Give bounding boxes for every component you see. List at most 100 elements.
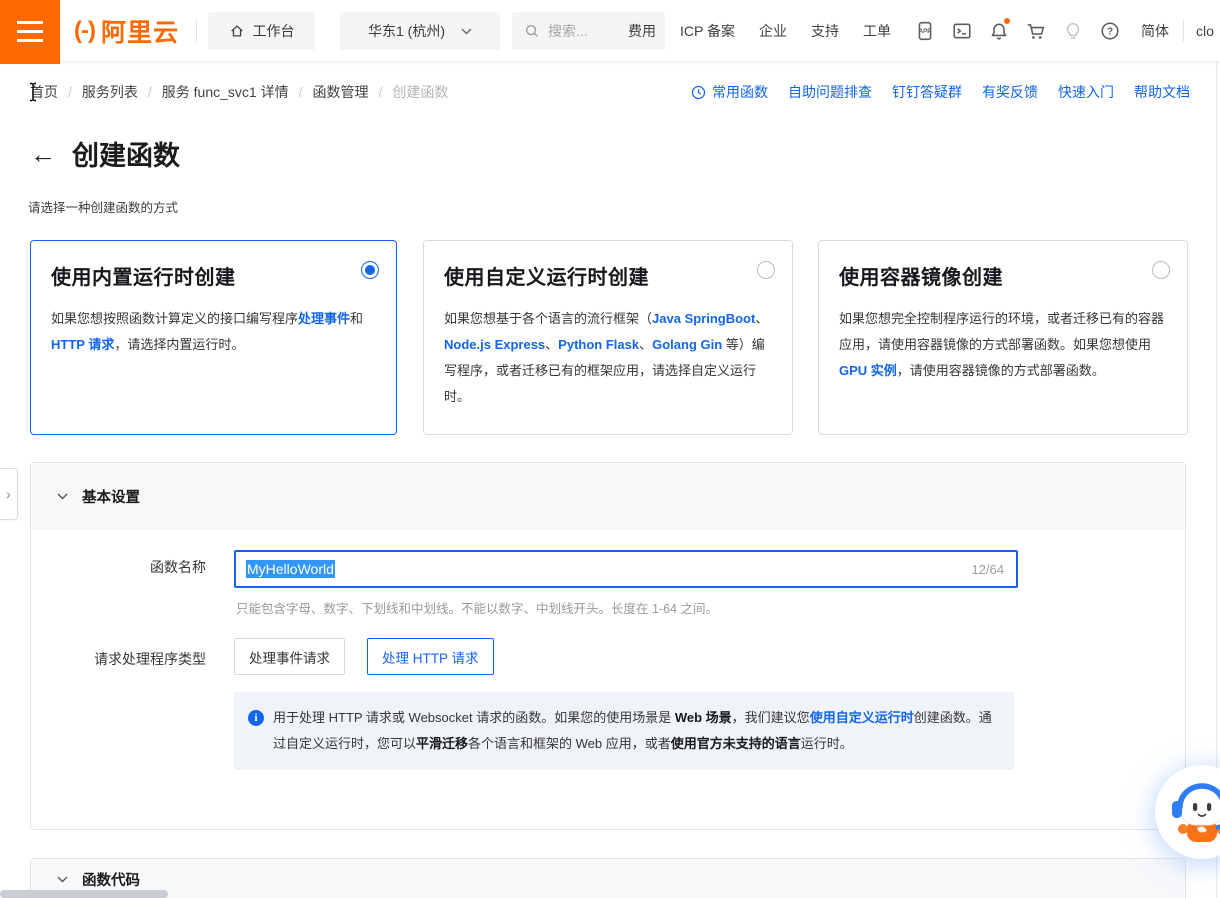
chevron-down-icon	[57, 493, 68, 500]
basic-settings-header[interactable]: 基本设置	[31, 463, 1185, 529]
hamburger-menu-button[interactable]	[0, 0, 60, 64]
chevron-down-icon	[461, 28, 472, 35]
link-handle-event[interactable]: 处理事件	[298, 311, 350, 326]
function-name-label: 函数名称	[31, 557, 206, 577]
breadcrumb-function-mgmt[interactable]: 函数管理	[313, 82, 369, 102]
breadcrumb-service-list[interactable]: 服务列表	[82, 82, 138, 102]
function-name-value: MyHelloWorld	[246, 560, 335, 578]
link-self-troubleshoot[interactable]: 自助问题排查	[788, 82, 872, 102]
link-common-functions[interactable]: 常用函数	[691, 82, 768, 102]
help-icon[interactable]: ?	[1100, 21, 1120, 41]
terminal-icon[interactable]	[952, 21, 972, 41]
alicloud-logo[interactable]: (-) 阿里云	[74, 0, 179, 62]
breadcrumb: 首页 / 服务列表 / 服务 func_svc1 详情 / 函数管理 / 创建函…	[30, 62, 448, 122]
link-java-springboot[interactable]: Java SpringBoot	[652, 311, 755, 326]
search-icon	[524, 23, 540, 39]
search-placeholder: 搜索...	[548, 21, 588, 41]
breadcrumb-separator: /	[299, 84, 303, 100]
card-custom-runtime[interactable]: 使用自定义运行时创建 如果您想基于各个语言的流行框架（Java SpringBo…	[423, 240, 793, 435]
nav-item-enterprise[interactable]: 企业	[759, 21, 787, 41]
card-container-image[interactable]: 使用容器镜像创建 如果您想完全控制程序运行的环境，或者迁移已有的容器应用，请使用…	[818, 240, 1188, 435]
page-title: 创建函数	[72, 134, 180, 173]
link-dingtalk-group[interactable]: 钉钉答疑群	[892, 82, 962, 102]
clock-icon	[691, 85, 706, 100]
divider	[196, 20, 197, 42]
info-text: 用于处理 HTTP 请求或 Websocket 请求的函数。如果您的使用场景是 …	[273, 705, 996, 757]
home-icon	[229, 23, 245, 39]
breadcrumb-separator: /	[379, 84, 383, 100]
hamburger-icon	[17, 30, 43, 33]
create-function-page: (-) 阿里云 工作台 华东1 (杭州) 搜索... 费用 ICP 备案	[0, 0, 1220, 898]
cart-icon[interactable]	[1026, 21, 1046, 41]
link-nodejs-express[interactable]: Node.js Express	[444, 337, 545, 352]
link-feedback[interactable]: 有奖反馈	[982, 82, 1038, 102]
top-navbar: (-) 阿里云 工作台 华东1 (杭州) 搜索... 费用 ICP 备案	[0, 0, 1220, 62]
back-button[interactable]: ←	[30, 138, 56, 170]
card-title: 使用内置运行时创建	[51, 261, 376, 290]
breadcrumb-separator: /	[148, 84, 152, 100]
nav-item-icp[interactable]: ICP 备案	[680, 21, 735, 41]
workbench-label: 工作台	[253, 21, 295, 41]
svg-text:?: ?	[1107, 27, 1113, 38]
function-name-input[interactable]: MyHelloWorld 12/64	[234, 550, 1018, 588]
language-selector[interactable]: 简体	[1141, 21, 1169, 41]
handler-event-button[interactable]: 处理事件请求	[234, 638, 345, 675]
nav-item-support[interactable]: 支持	[811, 21, 839, 41]
app-icon[interactable]: APP	[915, 21, 935, 41]
hamburger-icon	[17, 21, 43, 24]
breadcrumb-current: 创建函数	[392, 82, 448, 102]
card-title: 使用自定义运行时创建	[444, 261, 772, 290]
card-title: 使用容器镜像创建	[839, 261, 1167, 290]
radio-custom-runtime[interactable]	[757, 261, 775, 279]
link-golang-gin[interactable]: Golang Gin	[652, 337, 722, 352]
notification-bell-icon[interactable]	[989, 21, 1009, 41]
workbench-button[interactable]: 工作台	[208, 12, 315, 50]
account-name[interactable]: clo	[1196, 23, 1220, 39]
handler-type-label: 请求处理程序类型	[31, 649, 206, 669]
card-description: 如果您想基于各个语言的流行框架（Java SpringBoot、Node.js …	[444, 306, 772, 410]
basic-settings-section: 基本设置 函数名称 MyHelloWorld 12/64 只能包含字母、数字、下…	[30, 462, 1186, 830]
horizontal-scrollbar[interactable]	[0, 890, 168, 898]
alicloud-logo-text: 阿里云	[101, 13, 179, 49]
page-subtitle: 请选择一种创建函数的方式	[28, 197, 178, 216]
chevron-down-icon	[57, 876, 68, 883]
quick-links: 常用函数 自助问题排查 钉钉答疑群 有奖反馈 快速入门 帮助文档	[691, 62, 1190, 122]
navbar-right-menu: 费用 ICP 备案 企业 支持 工单 APP	[628, 0, 1220, 62]
link-python-flask[interactable]: Python Flask	[558, 337, 639, 352]
breadcrumb-separator: /	[68, 84, 72, 100]
alicloud-logo-icon: (-)	[74, 17, 95, 45]
http-handler-info-box: i 用于处理 HTTP 请求或 Websocket 请求的函数。如果您的使用场景…	[234, 692, 1014, 770]
notification-dot	[1004, 18, 1010, 24]
nav-item-billing[interactable]: 费用	[628, 21, 656, 41]
info-icon: i	[248, 710, 264, 726]
link-http-request[interactable]: HTTP 请求	[51, 337, 114, 352]
card-description: 如果您想完全控制程序运行的环境，或者迁移已有的容器应用，请使用容器镜像的方式部署…	[839, 306, 1167, 384]
radio-container-image[interactable]	[1152, 261, 1170, 279]
char-counter: 12/64	[971, 562, 1004, 577]
radio-builtin-runtime[interactable]	[361, 261, 379, 279]
card-description: 如果您想按照函数计算定义的接口编写程序处理事件和 HTTP 请求，请选择内置运行…	[51, 306, 376, 358]
handler-http-button[interactable]: 处理 HTTP 请求	[367, 638, 494, 675]
link-help-docs[interactable]: 帮助文档	[1134, 82, 1190, 102]
divider	[1183, 20, 1184, 42]
link-gpu-instance[interactable]: GPU 实例	[839, 363, 897, 378]
card-builtin-runtime[interactable]: 使用内置运行时创建 如果您想按照函数计算定义的接口编写程序处理事件和 HTTP …	[30, 240, 397, 435]
section-title: 函数代码	[82, 869, 140, 890]
region-label: 华东1 (杭州)	[368, 21, 445, 41]
hamburger-icon	[17, 39, 43, 42]
sidebar-expand-handle[interactable]: ›	[0, 468, 18, 520]
text-cursor	[27, 82, 39, 102]
svg-text:APP: APP	[919, 28, 932, 35]
function-code-header[interactable]: 函数代码	[31, 859, 1185, 898]
link-quickstart[interactable]: 快速入门	[1058, 82, 1114, 102]
breadcrumb-service-detail[interactable]: 服务 func_svc1 详情	[162, 82, 289, 102]
section-title: 基本设置	[82, 486, 140, 507]
nav-item-ticket[interactable]: 工单	[863, 21, 891, 41]
region-selector[interactable]: 华东1 (杭州)	[340, 12, 500, 50]
function-code-section: 函数代码	[30, 858, 1186, 898]
function-name-help: 只能包含字母、数字、下划线和中划线。不能以数字、中划线开头。长度在 1-64 之…	[236, 598, 718, 617]
customer-service-mascot[interactable]	[1152, 762, 1220, 862]
lightbulb-icon[interactable]	[1063, 21, 1083, 41]
handler-type-group: 处理事件请求 处理 HTTP 请求	[234, 638, 494, 675]
link-use-custom-runtime[interactable]: 使用自定义运行时	[810, 710, 914, 725]
